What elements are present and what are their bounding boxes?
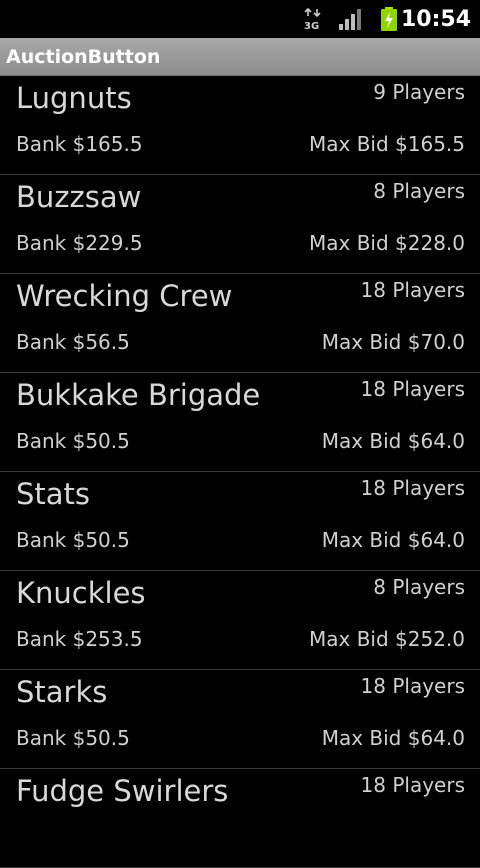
team-name: Starks [16, 675, 108, 709]
team-row[interactable]: Fudge Swirlers 18 Players [0, 769, 480, 868]
max-bid: Max Bid $252.0 [308, 627, 465, 651]
max-bid: Max Bid $64.0 [321, 528, 465, 552]
player-count: 18 Players [360, 377, 465, 401]
title-bar: AuctionButton [0, 38, 480, 76]
battery-charging-icon [381, 7, 397, 31]
max-bid: Max Bid $64.0 [321, 429, 465, 453]
team-name: Buzzsaw [16, 180, 142, 214]
status-bar: 3G 10:54 [0, 0, 480, 38]
svg-text:3G: 3G [304, 21, 319, 30]
team-name: Wrecking Crew [16, 279, 233, 313]
team-row[interactable]: Stats 18 Players Bank $50.5 Max Bid $64.… [0, 472, 480, 571]
team-row[interactable]: Wrecking Crew 18 Players Bank $56.5 Max … [0, 274, 480, 373]
player-count: 18 Players [360, 674, 465, 698]
bank-amount: Bank $50.5 [16, 528, 130, 552]
player-count: 18 Players [360, 476, 465, 500]
team-row[interactable]: Bukkake Brigade 18 Players Bank $50.5 Ma… [0, 373, 480, 472]
max-bid: Max Bid $64.0 [321, 726, 465, 750]
team-row[interactable]: Buzzsaw 8 Players Bank $229.5 Max Bid $2… [0, 175, 480, 274]
app-title: AuctionButton [6, 46, 161, 68]
team-name: Knuckles [16, 576, 146, 610]
team-row[interactable]: Knuckles 8 Players Bank $253.5 Max Bid $… [0, 571, 480, 670]
team-row[interactable]: Starks 18 Players Bank $50.5 Max Bid $64… [0, 670, 480, 769]
bank-amount: Bank $229.5 [16, 231, 143, 255]
player-count: 8 Players [373, 179, 465, 203]
team-list[interactable]: Lugnuts 9 Players Bank $165.5 Max Bid $1… [0, 76, 480, 868]
player-count: 8 Players [373, 575, 465, 599]
max-bid: Max Bid $165.5 [308, 132, 465, 156]
bank-amount: Bank $165.5 [16, 132, 143, 156]
bank-amount: Bank $56.5 [16, 330, 130, 354]
max-bid: Max Bid $70.0 [321, 330, 465, 354]
3g-data-icon: 3G [304, 8, 321, 30]
player-count: 18 Players [360, 278, 465, 302]
max-bid: Max Bid $228.0 [308, 231, 465, 255]
team-row[interactable]: Lugnuts 9 Players Bank $165.5 Max Bid $1… [0, 76, 480, 175]
team-name: Fudge Swirlers [16, 774, 229, 808]
team-name: Bukkake Brigade [16, 378, 261, 412]
team-name: Lugnuts [16, 81, 132, 115]
bank-amount: Bank $50.5 [16, 726, 130, 750]
signal-strength-icon [339, 9, 361, 30]
status-time: 10:54 [400, 7, 471, 32]
bank-amount: Bank $50.5 [16, 429, 130, 453]
bank-amount: Bank $253.5 [16, 627, 143, 651]
player-count: 9 Players [373, 80, 465, 104]
team-name: Stats [16, 477, 91, 511]
player-count: 18 Players [360, 773, 465, 797]
